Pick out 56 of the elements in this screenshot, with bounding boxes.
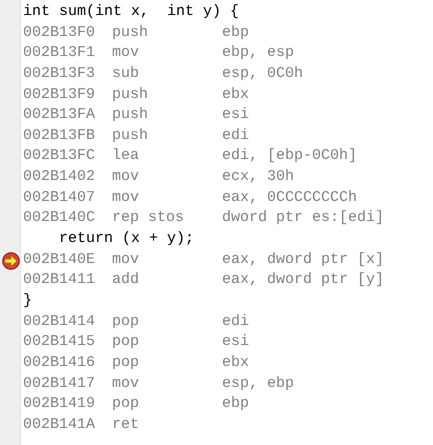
address: 002B13FC (23, 146, 96, 166)
mnemonic: pop (112, 312, 140, 332)
operands: eax, dword ptr [y] (222, 270, 384, 290)
source-line: return (x + y); (58, 229, 194, 250)
mnemonic: pop (112, 332, 140, 352)
mnemonic: push (112, 22, 150, 43)
operands: ecx, 30h (222, 167, 294, 188)
mnemonic: pop (112, 394, 140, 414)
operands: ebp, esp (222, 43, 294, 64)
mnemonic: push (112, 84, 150, 105)
address: 002B140E (23, 250, 96, 270)
operands: ebx (222, 84, 250, 105)
address: 002B13FB (23, 126, 96, 146)
address: 002B13F1 (23, 43, 96, 64)
mnemonic: add (112, 270, 140, 290)
mnemonic: rep stos (112, 208, 186, 228)
mnemonic: pop (112, 352, 140, 373)
address: 002B1402 (23, 167, 96, 188)
operands: esp, ebp (222, 374, 294, 394)
operands: esi (222, 332, 250, 352)
address: 002B13F0 (23, 22, 96, 43)
address: 002B1417 (23, 374, 96, 394)
address: 002B13FA (23, 105, 96, 126)
address: 002B13F3 (23, 64, 96, 84)
operands: edi, [ebp-0C0h] (222, 146, 358, 166)
operands: ebp (222, 394, 250, 414)
operands: eax, 0CCCCCCCCh (222, 188, 358, 208)
mnemonic: sub (112, 64, 140, 84)
address: 002B13F9 (23, 84, 96, 105)
address: 002B141A (23, 414, 96, 435)
mnemonic: push (112, 126, 150, 146)
mnemonic: ret (112, 414, 140, 435)
mnemonic: push (112, 105, 150, 126)
mnemonic: mov (112, 250, 140, 270)
mnemonic: lea (112, 146, 140, 166)
address: 002B1411 (23, 270, 96, 290)
mnemonic: mov (112, 167, 140, 188)
mnemonic: mov (112, 43, 140, 64)
source-line: } (23, 290, 32, 311)
operands: ebp (222, 22, 250, 43)
mnemonic: mov (112, 188, 140, 208)
address: 002B1415 (23, 332, 96, 352)
mnemonic: mov (112, 374, 140, 394)
operands: eax, dword ptr [x] (222, 250, 384, 270)
operands: esi (222, 105, 250, 126)
operands: dword ptr es:[edi] (222, 208, 384, 228)
operands: edi (222, 126, 250, 146)
address: 002B1407 (23, 188, 96, 208)
source-line: int sum(int x, int y) { (23, 2, 240, 22)
operands: ebx (222, 352, 250, 373)
address: 002B1419 (23, 394, 96, 414)
address: 002B1414 (23, 312, 96, 332)
operands: esp, 0C0h (222, 64, 304, 84)
address: 002B1416 (23, 352, 96, 373)
address: 002B140C (23, 208, 96, 228)
operands: edi (222, 312, 250, 332)
